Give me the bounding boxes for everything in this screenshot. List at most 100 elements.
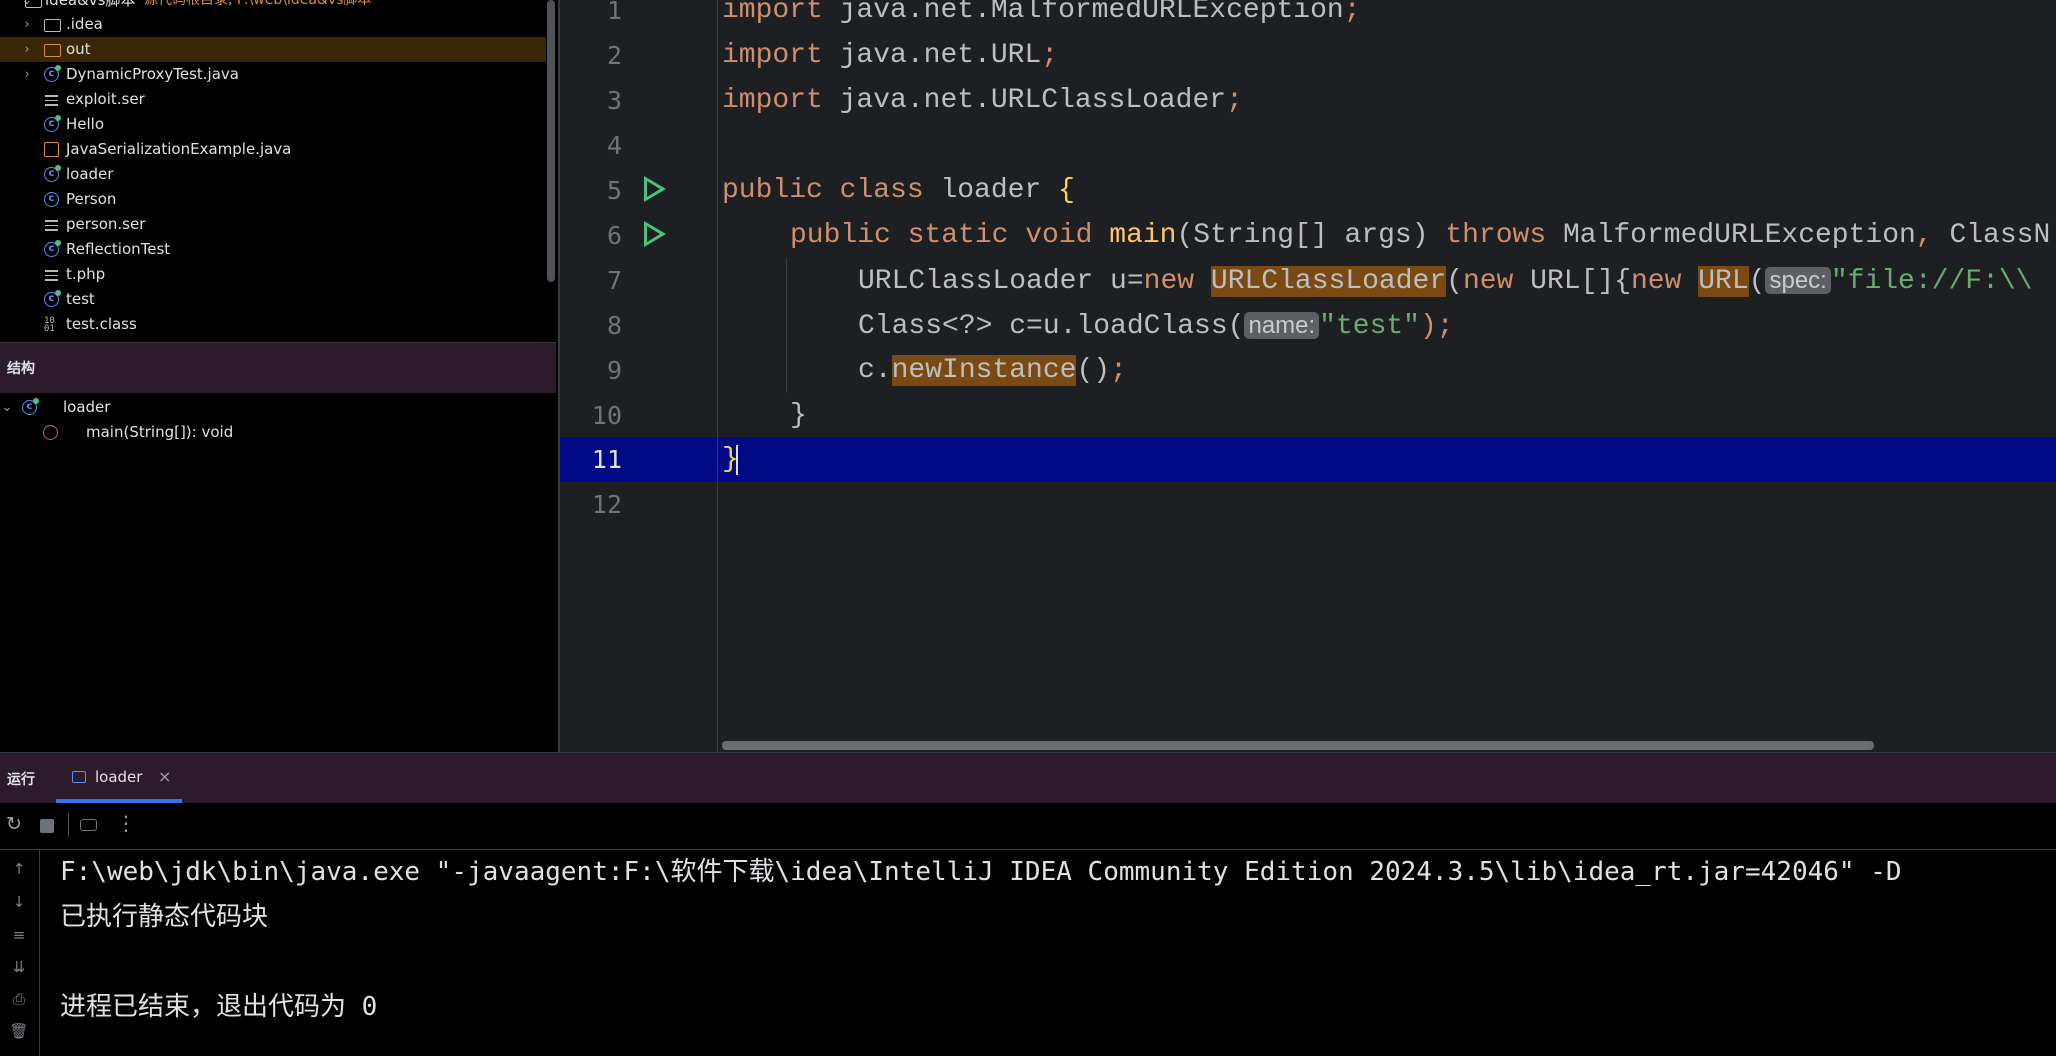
gutter-divider (717, 0, 718, 752)
text-caret (736, 445, 738, 475)
code-line-3: import java.net.URLClassLoader; (722, 85, 1243, 116)
folder-icon (25, 0, 42, 8)
line-number: 4 (606, 131, 622, 160)
chevron-right-icon[interactable]: › (20, 12, 34, 37)
tree-item-label: DynamicProxyTest.java (66, 65, 239, 83)
line-number: 8 (606, 311, 622, 340)
param-hint: name: (1244, 312, 1320, 339)
folder-icon (44, 44, 61, 57)
tree-item[interactable]: › out (0, 37, 546, 62)
code-editor[interactable]: 1 2 3 4 5 6 7 8 9 10 11 12 import java.n… (558, 0, 2056, 752)
chevron-right-icon[interactable]: › (20, 37, 34, 62)
console-line: 进程已结束，退出代码为 0 (60, 992, 378, 1022)
run-tab-label: loader (95, 768, 143, 786)
folder-icon (44, 19, 61, 32)
class-icon: c (44, 240, 61, 257)
run-tab-loader[interactable]: loader × (56, 753, 182, 803)
code-line-10: } (790, 400, 807, 431)
method-icon (43, 425, 58, 440)
indent-guide (786, 258, 787, 393)
code-line-8: Class<?> c=u.loadClass(name: "test"); (858, 311, 1454, 342)
current-line-highlight (560, 437, 2056, 482)
console-output[interactable]: F:\web\jdk\bin\java.exe "-javaagent:F:\软… (40, 850, 2056, 1056)
line-number: 9 (606, 356, 622, 385)
code-line-1: import java.net.MalformedURLException; (722, 0, 1361, 26)
class-icon: c (44, 192, 59, 207)
tree-item-label: ReflectionTest (66, 240, 171, 258)
tree-item-label: Person (66, 190, 117, 208)
rerun-icon[interactable]: ↻ (6, 813, 22, 835)
soft-wrap-icon[interactable]: ≡ (6, 926, 32, 944)
print-icon[interactable]: ⎙ (6, 990, 32, 1008)
toolbar-divider (68, 813, 69, 837)
tree-item[interactable]: t.php (0, 262, 546, 287)
class-icon: c (22, 398, 39, 415)
tree-item-label: exploit.ser (66, 90, 145, 108)
code-line-6: public static void main(String[] args) t… (790, 220, 2051, 251)
structure-panel: 结构 ⌄ c loader main(String[]): void (0, 342, 556, 753)
structure-method-label: main(String[]): void (86, 423, 234, 441)
arrow-down-icon[interactable]: ↓ (6, 893, 32, 911)
tree-item[interactable]: c Person (0, 187, 546, 212)
class-icon: c (44, 290, 61, 307)
code-line-7: URLClassLoader u=new URLClassLoader(new … (858, 266, 2033, 297)
tree-item[interactable]: c loader (0, 162, 546, 187)
tree-item-label: JavaSerializationExample.java (66, 140, 292, 158)
structure-method[interactable]: main(String[]): void (0, 420, 546, 445)
line-number: 12 (591, 490, 622, 519)
tree-item[interactable]: JavaSerializationExample.java (0, 137, 546, 162)
project-tree-panel: ⌄ idea&vs脚本 源代码根目录, F:\web\idea&vs脚本 › .… (0, 0, 556, 342)
chevron-down-icon[interactable]: ⌄ (0, 395, 14, 420)
java-file-icon (44, 142, 59, 157)
project-scrollbar[interactable] (547, 0, 555, 282)
structure-title: 结构 (7, 361, 35, 377)
tree-item[interactable]: c ReflectionTest (0, 237, 546, 262)
chevron-right-icon[interactable]: › (20, 62, 34, 87)
tree-item[interactable]: › .idea (0, 12, 546, 37)
scroll-to-end-icon[interactable]: ⇊ (6, 958, 32, 976)
trash-icon[interactable]: 🗑 (6, 1022, 32, 1040)
text-file-icon (44, 267, 59, 282)
tree-item[interactable]: exploit.ser (0, 87, 546, 112)
line-number: 3 (606, 86, 622, 115)
code-line-5: public class loader { (722, 175, 1075, 206)
tree-item[interactable]: c Hello (0, 112, 546, 137)
line-number: 7 (606, 266, 622, 295)
binary-file-icon: 10 01 (44, 316, 55, 334)
code-line-9: c.newInstance(); (858, 355, 1127, 386)
tree-item-label: out (66, 40, 91, 58)
line-number: 5 (606, 176, 622, 205)
run-gutter-icon[interactable] (644, 176, 666, 202)
run-panel-header: 运行 loader × (0, 752, 2056, 803)
line-number: 1 (606, 0, 622, 25)
run-gutter-icon[interactable] (644, 221, 666, 247)
tree-item-label: person.ser (66, 215, 146, 233)
line-number: 6 (606, 221, 622, 250)
class-icon: c (44, 165, 61, 182)
tree-item-label: test.class (66, 315, 137, 333)
tree-item[interactable]: c test (0, 287, 546, 312)
camera-icon[interactable] (80, 819, 97, 831)
tree-item[interactable]: › c DynamicProxyTest.java (0, 62, 546, 87)
line-number: 2 (606, 41, 622, 70)
text-file-icon (44, 92, 59, 107)
tree-item-label: .idea (66, 15, 103, 33)
tree-item-label: t.php (66, 265, 106, 283)
tree-item[interactable]: person.ser (0, 212, 546, 237)
console-side-toolbar: ↑ ↓ ≡ ⇊ ⎙ 🗑 (0, 850, 40, 1056)
application-icon (72, 771, 86, 783)
horizontal-scrollbar[interactable] (722, 741, 1874, 750)
console-line: 已执行静态代码块 (60, 902, 269, 932)
class-icon: c (44, 65, 61, 82)
run-toolbar: ↻ ⋮ (0, 803, 2056, 850)
line-number-current: 11 (591, 445, 622, 474)
tree-item[interactable]: 10 01 test.class (0, 312, 546, 337)
close-icon[interactable]: × (158, 767, 171, 786)
structure-header: 结构 (0, 343, 556, 393)
structure-root[interactable]: ⌄ c loader (0, 395, 546, 420)
code-line-2: import java.net.URL; (722, 40, 1059, 71)
arrow-up-icon[interactable]: ↑ (6, 860, 32, 878)
tree-item-label: loader (66, 165, 114, 183)
more-options-icon[interactable]: ⋮ (116, 811, 136, 835)
stop-icon[interactable] (40, 819, 54, 833)
